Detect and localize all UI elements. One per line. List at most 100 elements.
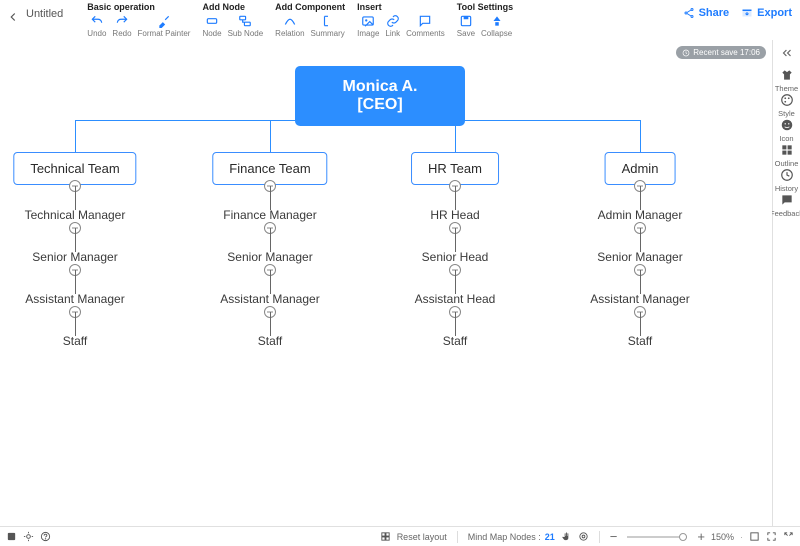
- reset-layout-icon[interactable]: [380, 531, 391, 542]
- sub-node-label: Sub Node: [228, 30, 264, 38]
- export-label: Export: [757, 7, 792, 19]
- org-node[interactable]: Staff: [63, 334, 87, 348]
- sidebar-theme[interactable]: Theme: [770, 68, 800, 93]
- image-button[interactable]: Image: [357, 14, 379, 38]
- org-node[interactable]: Assistant Manager: [590, 292, 689, 306]
- node-icon: [205, 14, 219, 28]
- canvas[interactable]: Recent save 17:06 Monica A. [CEO] Techni…: [0, 40, 772, 526]
- redo-label: Redo: [112, 30, 131, 38]
- sub-node-button[interactable]: Sub Node: [228, 14, 264, 38]
- collapse-icon: [490, 14, 504, 28]
- sidebar-icon-label: Icon: [779, 134, 793, 143]
- sidebar-style-label: Style: [778, 109, 795, 118]
- export-icon: [741, 7, 753, 19]
- link-icon: [386, 14, 400, 28]
- save-button[interactable]: Save: [457, 14, 475, 38]
- style-icon: [780, 93, 794, 107]
- relation-button[interactable]: Relation: [275, 14, 304, 38]
- recent-save-text: Recent save 17:06: [693, 48, 760, 57]
- connector: [455, 120, 456, 152]
- help-icon[interactable]: [40, 531, 51, 542]
- collapse-button[interactable]: Collapse: [481, 14, 512, 38]
- sidebar-feedback[interactable]: Feedback: [770, 193, 800, 218]
- node-button[interactable]: Node: [202, 14, 221, 38]
- hand-icon[interactable]: [561, 531, 572, 542]
- comments-button[interactable]: Comments: [406, 14, 445, 38]
- zoom-out-button[interactable]: −: [610, 529, 618, 544]
- sidebar-history[interactable]: History: [770, 168, 800, 193]
- connector: [75, 120, 641, 121]
- sidebar-style[interactable]: Style: [770, 93, 800, 118]
- sidebar-collapse-icon[interactable]: [778, 46, 796, 60]
- sidebar-outline-label: Outline: [775, 159, 799, 168]
- org-node[interactable]: Finance Manager: [223, 208, 316, 222]
- node-label: Node: [202, 30, 221, 38]
- connector: [75, 120, 76, 152]
- org-node[interactable]: Staff: [258, 334, 282, 348]
- fullscreen-icon[interactable]: [783, 531, 794, 542]
- connector: [640, 270, 641, 294]
- sidebar-theme-label: Theme: [775, 84, 798, 93]
- connector: [640, 120, 641, 152]
- toolbar-group-title: Add Component: [275, 2, 345, 12]
- sun-icon[interactable]: [23, 531, 34, 542]
- connector: [380, 108, 381, 120]
- sidebar-outline[interactable]: Outline: [770, 143, 800, 168]
- org-node[interactable]: Senior Manager: [597, 250, 682, 264]
- org-node[interactable]: Staff: [443, 334, 467, 348]
- node-count-label: Mind Map Nodes :: [468, 532, 541, 542]
- redo-icon: [115, 14, 129, 28]
- collapse-label: Collapse: [481, 30, 512, 38]
- top-toolbar: Untitled Basic operationUndoRedoFormat P…: [0, 0, 800, 40]
- share-button[interactable]: Share: [683, 7, 730, 19]
- reset-layout-button[interactable]: Reset layout: [397, 532, 447, 542]
- theme-icon: [780, 68, 794, 82]
- link-button[interactable]: Link: [385, 14, 400, 38]
- sidebar-icon[interactable]: Icon: [770, 118, 800, 143]
- org-node[interactable]: Admin Manager: [598, 208, 683, 222]
- org-node[interactable]: Assistant Manager: [25, 292, 124, 306]
- zoom-in-button[interactable]: +: [697, 529, 705, 544]
- sidebar-feedback-label: Feedback: [770, 209, 800, 218]
- history-icon: [780, 168, 794, 182]
- clock-icon: [682, 49, 690, 57]
- format-painter-button[interactable]: Format Painter: [138, 14, 191, 38]
- undo-button[interactable]: Undo: [87, 14, 106, 38]
- redo-button[interactable]: Redo: [112, 14, 131, 38]
- layers-icon[interactable]: [6, 531, 17, 542]
- toolbar-group-title: Insert: [357, 2, 445, 12]
- org-node[interactable]: Senior Manager: [32, 250, 117, 264]
- toolbar-group-title: Tool Settings: [457, 2, 513, 12]
- summary-icon: [321, 14, 335, 28]
- right-sidebar: Theme Style Icon OutlineHistory Feedback: [772, 40, 800, 526]
- target-icon[interactable]: [578, 531, 589, 542]
- save-label: Save: [457, 30, 475, 38]
- fit-icon[interactable]: [749, 531, 760, 542]
- document-title[interactable]: Untitled: [26, 8, 63, 20]
- format-painter-icon: [157, 14, 171, 28]
- summary-button[interactable]: Summary: [311, 14, 345, 38]
- connector: [270, 270, 271, 294]
- org-node[interactable]: Assistant Head: [415, 292, 496, 306]
- org-node[interactable]: HR Head: [430, 208, 479, 222]
- back-icon[interactable]: [6, 10, 20, 24]
- org-node[interactable]: Senior Head: [422, 250, 489, 264]
- connector: [270, 120, 271, 152]
- expand-icon[interactable]: [766, 531, 777, 542]
- comments-label: Comments: [406, 30, 445, 38]
- export-button[interactable]: Export: [741, 7, 792, 19]
- org-node[interactable]: Staff: [628, 334, 652, 348]
- connector: [75, 186, 76, 210]
- connector: [75, 270, 76, 294]
- org-node[interactable]: Senior Manager: [227, 250, 312, 264]
- org-node[interactable]: Technical Manager: [25, 208, 126, 222]
- node-count-value: 21: [545, 532, 555, 542]
- connector: [455, 186, 456, 210]
- org-node[interactable]: Assistant Manager: [220, 292, 319, 306]
- zoom-slider[interactable]: [627, 536, 687, 538]
- relation-label: Relation: [275, 30, 304, 38]
- connector: [270, 228, 271, 252]
- feedback-icon: [780, 193, 794, 207]
- connector: [270, 312, 271, 336]
- share-icon: [683, 7, 695, 19]
